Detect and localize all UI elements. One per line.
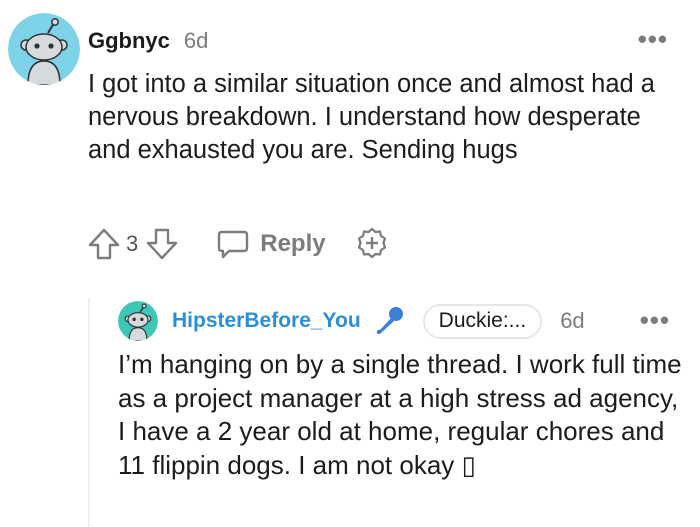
reply-timestamp: 6d: [560, 308, 585, 333]
downvote-arrow-icon[interactable]: [144, 226, 180, 262]
snoo-avatar-icon: [118, 301, 158, 341]
reply-username[interactable]: HipsterBefore_You: [172, 309, 361, 333]
reply-overflow-menu-icon[interactable]: •••: [640, 307, 670, 333]
upvote-arrow-icon[interactable]: [86, 226, 122, 262]
comment-timestamp: 6d: [183, 28, 209, 53]
avatar[interactable]: [8, 13, 80, 85]
reply-avatar[interactable]: [118, 301, 158, 341]
reply-body: I’m hanging on by a single thread. I wor…: [118, 349, 682, 480]
vote-count: 3: [126, 231, 139, 256]
reply-label: Reply: [260, 230, 326, 257]
reply-meta: HipsterBefore_You Duckie:... 6d: [172, 300, 585, 342]
user-flair[interactable]: Duckie:...: [422, 303, 543, 339]
comment-action-bar: 3 Reply: [86, 224, 390, 264]
comment-meta: Ggbnyc 6d: [88, 28, 208, 54]
comment-username[interactable]: Ggbnyc: [88, 28, 170, 54]
comment-thread: Ggbnyc 6d ••• I got into a similar situa…: [0, 0, 700, 527]
award-plus-icon[interactable]: [354, 226, 390, 262]
microphone-icon: [373, 305, 405, 337]
comment-body: I got into a similar situation once and …: [88, 70, 655, 164]
snoo-avatar-icon: [8, 13, 80, 85]
overflow-menu-icon[interactable]: •••: [638, 26, 668, 52]
thread-line[interactable]: [88, 298, 90, 527]
speech-bubble-icon: [216, 228, 250, 260]
reply-button[interactable]: Reply: [216, 228, 326, 260]
